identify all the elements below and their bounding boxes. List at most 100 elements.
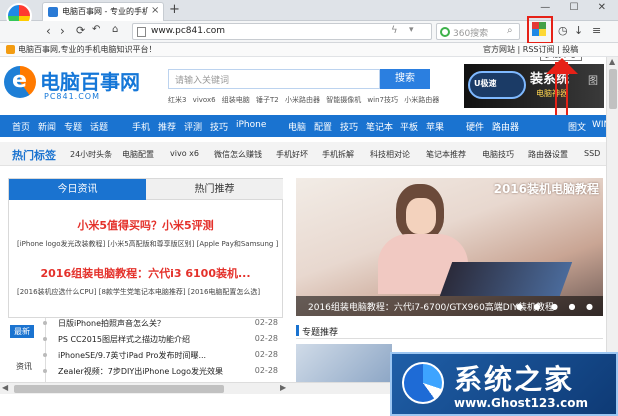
new-tab-button[interactable]: + [169, 2, 180, 17]
list-item-title[interactable]: 日版iPhone拍照声音怎么关？ [58, 318, 165, 329]
featured-carousel[interactable]: 2016装机电脑教程 2016组装电脑教程：六代i7-6700/GTX960高端… [296, 178, 603, 316]
scroll-thumb[interactable] [609, 69, 617, 109]
logo-title: 电脑百事网 [40, 70, 140, 94]
tab-hot-recommend[interactable]: 热门推荐 [146, 179, 283, 200]
nav-item[interactable]: 配置 [314, 120, 332, 133]
main-nav: 首页 新闻 专题 话题 手机 推荐 评测 技巧 iPhone 电脑 配置 技巧 … [0, 115, 618, 137]
banner-brand: U极速 [474, 79, 497, 88]
banner-right-text: 图 [588, 76, 598, 87]
nav-item[interactable]: 技巧 [210, 120, 228, 133]
hot-keywords[interactable]: 红米3 vivox6 组装电脑 锤子T2 小米路由器 智能摄像机 win7技巧 … [168, 95, 439, 105]
refresh-icon[interactable]: ⟳ [76, 24, 85, 37]
bullet-icon [43, 369, 47, 373]
nav-item[interactable]: 话题 [90, 120, 108, 133]
site-search-placeholder[interactable]: 请输入关键词 [175, 73, 229, 86]
bullet-icon [43, 337, 47, 341]
clock-icon[interactable]: ◷ [558, 24, 568, 37]
nav-item[interactable]: 图文 [568, 120, 586, 133]
nav-item[interactable]: 手机 [132, 120, 150, 133]
window-controls[interactable]: — ☐ ✕ [540, 2, 614, 13]
hot-tag[interactable]: 微信怎么赚钱 [214, 149, 262, 160]
nav-item[interactable]: 技巧 [340, 120, 358, 133]
nav-item[interactable]: 电脑 [288, 120, 306, 133]
ad-banner[interactable]: U极速 装系统 电脑神器 图 [464, 64, 604, 108]
scroll-up-icon[interactable]: ▲ [609, 57, 615, 66]
carousel-pager[interactable]: ● ● ● ● ● [516, 302, 597, 311]
address-bar[interactable]: www.pc841.com ϟ ▾ [132, 23, 432, 40]
carousel-title: 2016装机电脑教程 [493, 182, 599, 196]
nav-item[interactable]: iPhone [236, 120, 266, 130]
headline-link[interactable]: 2016组装电脑教程：六代i3 6100装机... [9, 265, 282, 281]
forward-icon[interactable]: › [60, 24, 65, 38]
hot-tag[interactable]: 路由器设置 [528, 149, 568, 160]
hot-tag[interactable]: 手机好坏 [276, 149, 308, 160]
list-item-title[interactable]: PS CC2015图层样式之描边功能介绍 [58, 334, 190, 345]
latest-badge: 最新 [10, 325, 34, 338]
nav-item[interactable]: 评测 [184, 120, 202, 133]
list-item-date: 02-28 [254, 366, 278, 375]
news-box: 今日资讯 热门推荐 小米5值得买吗？小米5评测 [iPhone logo发光改装… [8, 178, 283, 318]
nav-item[interactable]: 笔记本 [366, 120, 393, 133]
browser-tab[interactable]: 电脑百事网 - 专业的手机电脑 × [42, 2, 164, 21]
search-icon[interactable]: ⌕ [507, 25, 513, 36]
hot-tag[interactable]: 电脑配置 [122, 149, 154, 160]
hot-tag[interactable]: 电脑技巧 [482, 149, 514, 160]
scroll-left-icon[interactable]: ◀ [2, 383, 8, 392]
hot-tag[interactable]: SSD [584, 149, 600, 158]
speed-mode-icon[interactable]: ϟ [391, 25, 398, 36]
photo-face [406, 198, 436, 234]
list-item-date: 02-28 [254, 350, 278, 359]
annotation-highlight-box [527, 16, 553, 44]
undo-icon[interactable]: ↶ [92, 24, 100, 35]
home-icon[interactable]: ⌂ [112, 24, 118, 35]
nav-item[interactable]: 首页 [12, 120, 30, 133]
nav-item[interactable]: 专题 [64, 120, 82, 133]
hot-tag[interactable]: 笔记本推荐 [426, 149, 466, 160]
tab-bar: 电脑百事网 - 专业的手机电脑 × + — ☐ ✕ [0, 0, 618, 21]
scroll-right-icon[interactable]: ▶ [280, 383, 286, 392]
chevron-down-icon[interactable]: ▾ [409, 25, 414, 35]
hot-tag[interactable]: 24小时头条 [70, 149, 112, 160]
favorite-link[interactable]: 电脑百事网,专业的手机电脑知识平台！ [18, 44, 157, 55]
topic-section-header: 专题推荐 [296, 323, 603, 339]
site-search-button[interactable]: 搜索 [380, 69, 430, 89]
sub-links[interactable]: [iPhone logo发光改装教程] [小米5高配版和尊享版区别] [Appl… [17, 239, 278, 249]
browser-toolbar: ‹ › ⟳ ↶ ⌂ www.pc841.com ϟ ▾ 360搜索 ⌕ [0, 21, 618, 43]
tab-title: 电脑百事网 - 专业的手机电脑 [62, 7, 148, 16]
hot-tag[interactable]: vivo x6 [170, 149, 199, 158]
site-logo[interactable]: 电脑百事网 PC841.COM [4, 64, 144, 104]
favorite-site-icon [6, 45, 15, 54]
search-box-360[interactable]: 360搜索 ⌕ [436, 23, 520, 40]
headline-link[interactable]: 小米5值得买吗？小米5评测 [9, 217, 282, 233]
nav-item[interactable]: 路由器 [492, 120, 519, 133]
hot-tags-label: 热门标签 [12, 149, 56, 162]
address-url[interactable]: www.pc841.com [151, 26, 225, 36]
list-item-title[interactable]: iPhoneSE/9.7英寸iPad Pro发布时间曝... [58, 350, 206, 361]
hot-tag[interactable]: 手机拆解 [322, 149, 354, 160]
sub-links[interactable]: [2016装机应选什么CPU] [8款学生党笔记本电脑推荐] [2016电脑配置… [17, 287, 260, 297]
search-360-placeholder[interactable]: 360搜索 [453, 26, 488, 39]
logo-emblem-icon [4, 66, 36, 98]
info-label: 资讯 [16, 362, 32, 371]
list-item-title[interactable]: Zealer视频：7步DIY出iPhone Logo发光效果 [58, 366, 223, 377]
download-icon[interactable]: ↓ [574, 24, 583, 37]
hot-tag[interactable]: 科技相对论 [370, 149, 410, 160]
list-item-date: 02-28 [254, 318, 278, 327]
back-icon[interactable]: ‹ [46, 24, 51, 38]
nav-item[interactable]: 硬件 [466, 120, 484, 133]
close-tab-icon[interactable]: × [151, 5, 159, 16]
scroll-thumb[interactable] [14, 385, 224, 393]
site-search-input[interactable]: 请输入关键词 [168, 69, 380, 89]
page-icon [137, 27, 146, 37]
vertical-scrollbar[interactable]: ▲ [606, 57, 618, 382]
bullet-icon [43, 321, 47, 325]
360-logo-icon [440, 27, 450, 37]
menu-icon[interactable]: ≡ [592, 24, 601, 37]
site-favicon-icon [48, 7, 58, 17]
nav-item[interactable]: 推荐 [158, 120, 176, 133]
nav-item[interactable]: 苹果 [426, 120, 444, 133]
nav-item[interactable]: 新闻 [38, 120, 56, 133]
nav-item[interactable]: 平板 [400, 120, 418, 133]
favorites-right-links[interactable]: 官方网站 | RSS订阅 | 投稿 [483, 44, 578, 55]
tab-today-news[interactable]: 今日资讯 [9, 179, 146, 200]
